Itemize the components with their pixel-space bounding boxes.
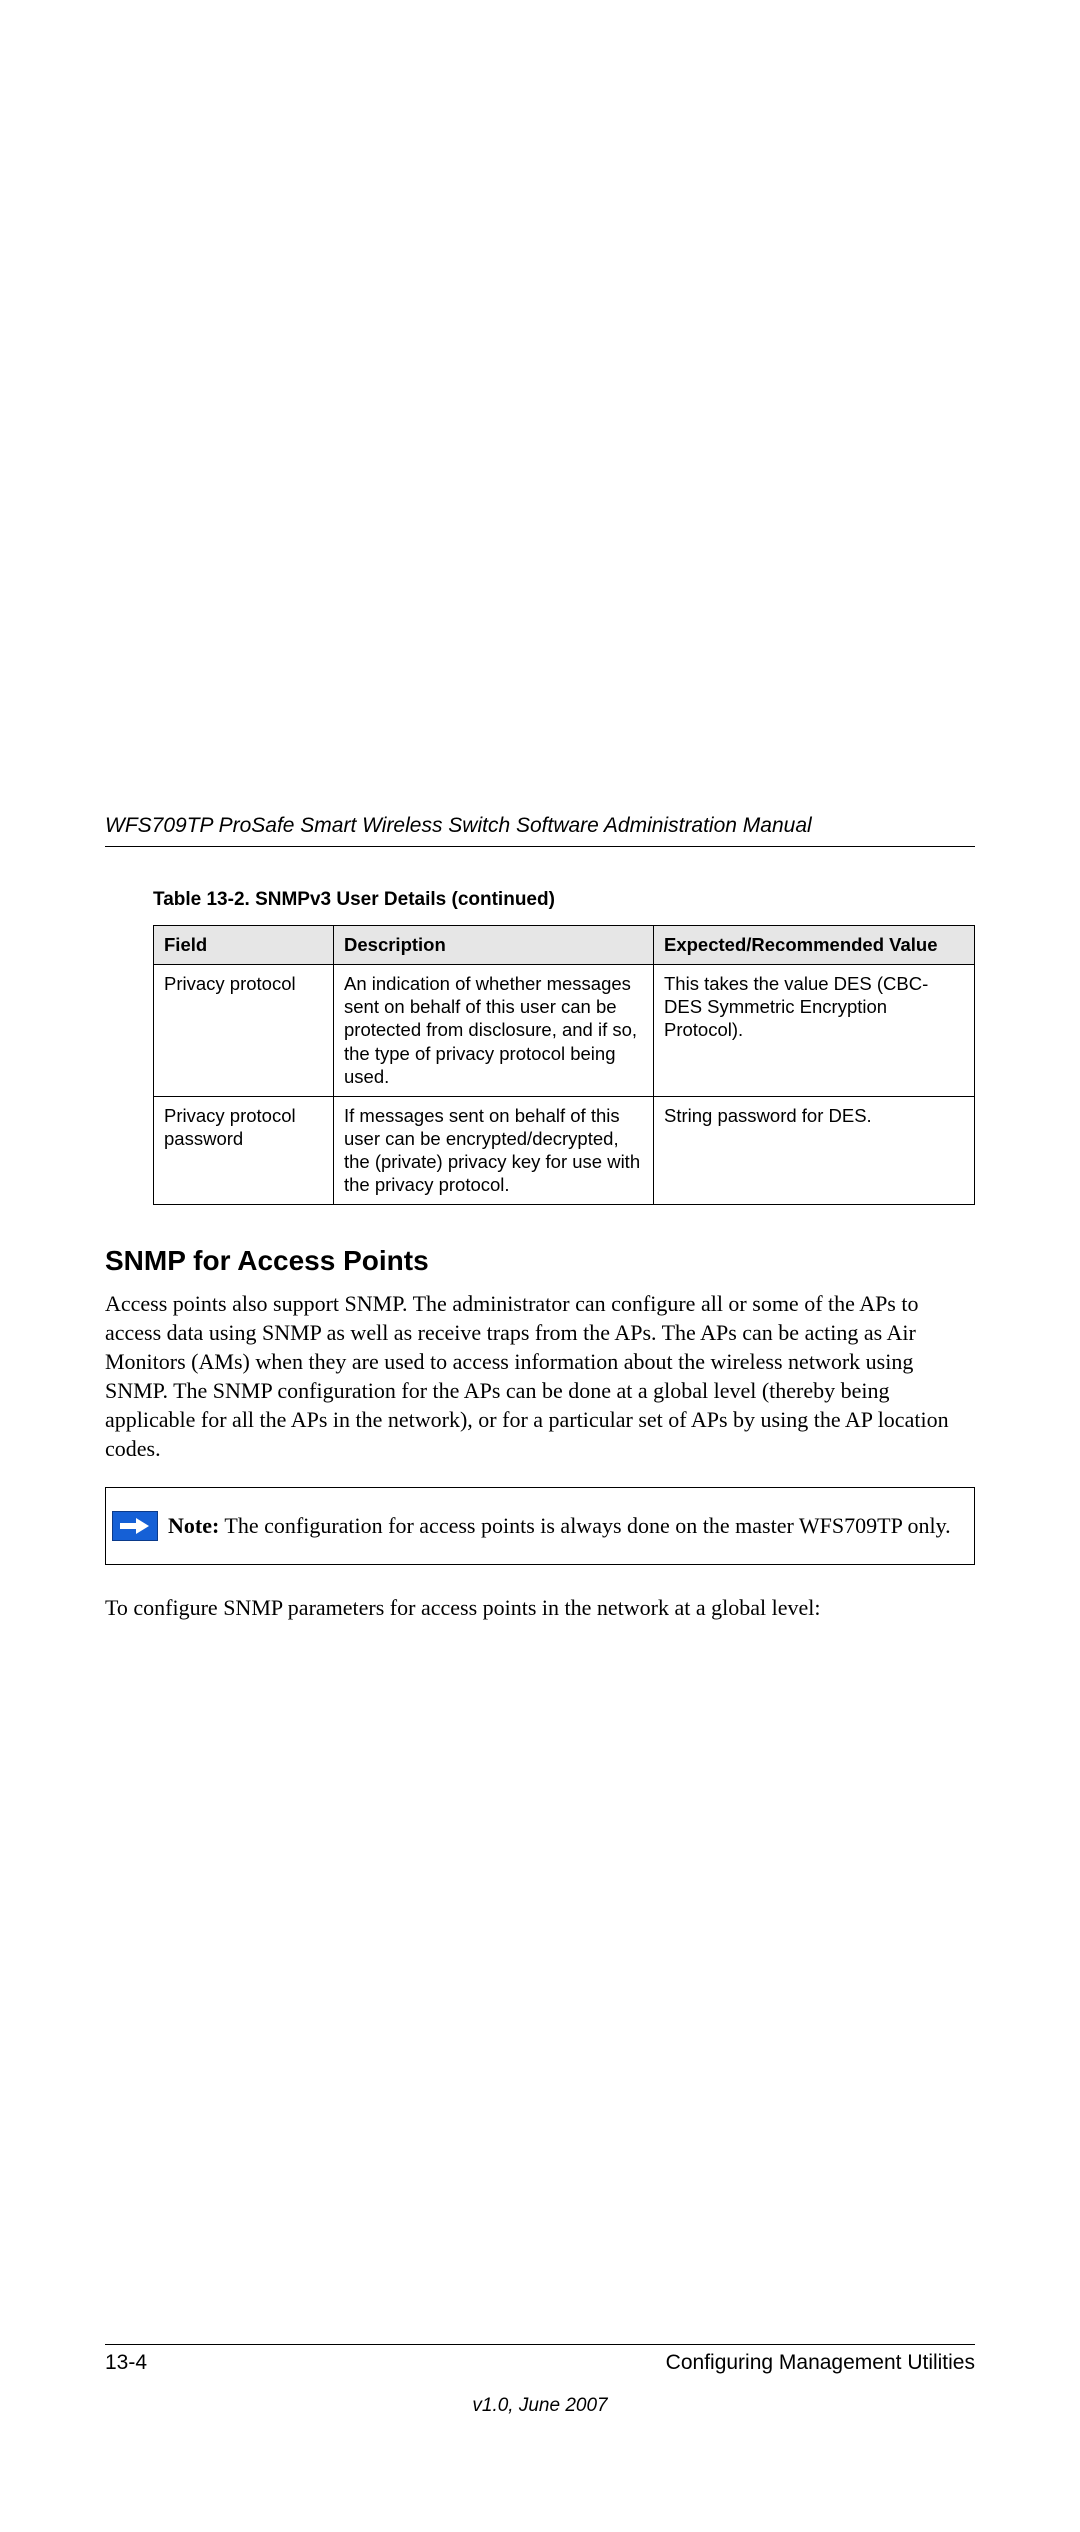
table-caption: Table 13-2. SNMPv3 User Details (continu… (153, 889, 975, 911)
document-title: WFS709TP ProSafe Smart Wireless Switch S… (105, 814, 975, 847)
table-row: Privacy protocol password If messages se… (154, 1096, 975, 1205)
note-text: Note: The configuration for access point… (164, 1488, 974, 1564)
table-row: Privacy protocol An indication of whethe… (154, 965, 975, 1097)
snmp-user-details-table: Field Description Expected/Recommended V… (153, 925, 975, 1205)
note-body: The configuration for access points is a… (219, 1513, 950, 1538)
page-footer: 13-4 Configuring Management Utilities (105, 2344, 975, 2375)
cell-expected: This takes the value DES (CBC-DES Symmet… (654, 965, 975, 1097)
th-field: Field (154, 926, 334, 965)
th-expected: Expected/Recommended Value (654, 926, 975, 965)
table-header-row: Field Description Expected/Recommended V… (154, 926, 975, 965)
cell-field: Privacy protocol password (154, 1096, 334, 1205)
cell-description: An indication of whether messages sent o… (334, 965, 654, 1097)
note-label: Note: (168, 1513, 219, 1538)
doc-version: v1.0, June 2007 (105, 2395, 975, 2417)
lead-in-paragraph: To configure SNMP parameters for access … (105, 1593, 975, 1622)
cell-field: Privacy protocol (154, 965, 334, 1097)
note-icon-cell (106, 1488, 164, 1564)
cell-expected: String password for DES. (654, 1096, 975, 1205)
body-paragraph: Access points also support SNMP. The adm… (105, 1289, 975, 1463)
th-description: Description (334, 926, 654, 965)
section-heading: SNMP for Access Points (105, 1245, 975, 1277)
arrow-right-icon (112, 1511, 158, 1541)
chapter-title: Configuring Management Utilities (666, 2351, 975, 2375)
page-number: 13-4 (105, 2351, 147, 2375)
note-box: Note: The configuration for access point… (105, 1487, 975, 1565)
cell-description: If messages sent on behalf of this user … (334, 1096, 654, 1205)
